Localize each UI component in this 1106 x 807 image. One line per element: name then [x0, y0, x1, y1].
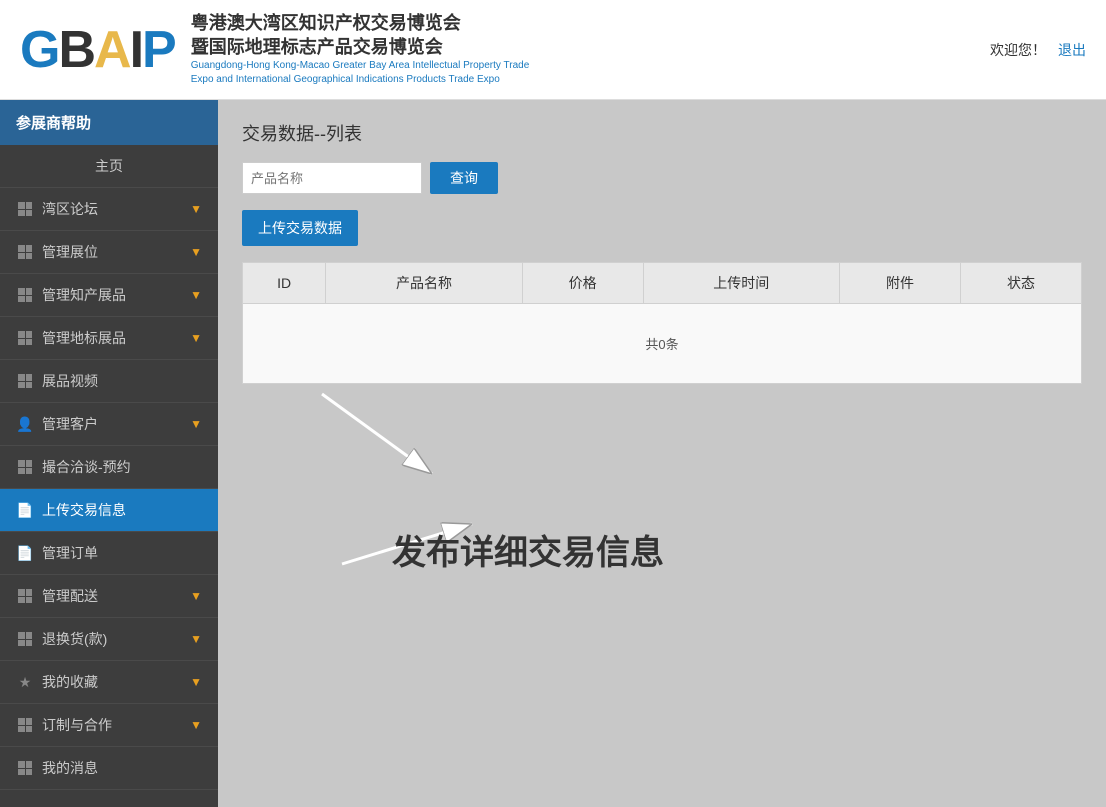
- col-product-name: 产品名称: [326, 263, 522, 304]
- chevron-down-icon: ▼: [190, 331, 202, 345]
- grid-icon: [16, 458, 34, 476]
- sidebar-item-label: 湾区论坛: [42, 199, 190, 219]
- upload-transaction-button[interactable]: 上传交易数据: [242, 210, 358, 246]
- logo-a: A: [94, 21, 130, 79]
- search-input[interactable]: [242, 162, 422, 194]
- welcome-text: 欢迎您！: [990, 40, 1046, 60]
- sidebar-item-label: 管理配送: [42, 586, 190, 606]
- sidebar-item-exhibition-video[interactable]: 展品视频: [0, 360, 218, 403]
- col-attachment: 附件: [839, 263, 960, 304]
- sidebar-item-label: 我的收藏: [42, 672, 190, 692]
- col-status: 状态: [960, 263, 1081, 304]
- col-price: 价格: [522, 263, 643, 304]
- chevron-down-icon: ▼: [190, 288, 202, 302]
- header-right: 欢迎您！ 退出: [990, 40, 1086, 60]
- annotation-text: 发布详细交易信息: [392, 525, 664, 574]
- logo-area: GBAIP 粤港澳大湾区知识产权交易博览会 暨国际地理标志产品交易博览会 Gua…: [20, 12, 990, 87]
- logo-i: I: [130, 21, 142, 79]
- sidebar-item-label: 管理知产展品: [42, 285, 190, 305]
- doc-icon: 📄: [16, 544, 34, 562]
- search-bar: 查询: [242, 162, 1082, 194]
- logo-b: B: [58, 21, 94, 79]
- sidebar-item-manage-orders[interactable]: 📄 管理订单: [0, 532, 218, 575]
- grid-icon: [16, 759, 34, 777]
- sidebar-header: 参展商帮助: [0, 100, 218, 145]
- sidebar-item-label: 上传交易信息: [42, 500, 202, 520]
- grid-icon: [16, 372, 34, 390]
- logo-gbaip: GBAIP: [20, 20, 175, 80]
- sidebar-item-label: 退换货(款): [42, 629, 190, 649]
- sidebar-item-label: 我的消息: [42, 758, 202, 778]
- sidebar-item-manage-geo-products[interactable]: 管理地标展品 ▼: [0, 317, 218, 360]
- grid-icon: [16, 587, 34, 605]
- chevron-down-icon: ▼: [190, 589, 202, 603]
- doc-icon: 📄: [16, 501, 34, 519]
- sidebar-item-label: 管理展位: [42, 242, 190, 262]
- logo-title-en: Guangdong-Hong Kong-Macao Greater Bay Ar…: [191, 59, 541, 87]
- logout-button[interactable]: 退出: [1058, 40, 1086, 60]
- grid-icon: [16, 286, 34, 304]
- sidebar-item-my-collections[interactable]: ★ 我的收藏 ▼: [0, 661, 218, 704]
- chevron-down-icon: ▼: [190, 417, 202, 431]
- sidebar-item-label: 管理客户: [42, 414, 190, 434]
- chevron-down-icon: ▼: [190, 632, 202, 646]
- sidebar-item-label: 订制与合作: [42, 715, 190, 735]
- grid-icon: [16, 243, 34, 261]
- sidebar-item-custom-cooperation[interactable]: 订制与合作 ▼: [0, 704, 218, 747]
- sidebar-item-bay-forum[interactable]: 湾区论坛 ▼: [0, 188, 218, 231]
- annotation-area: 发布详细交易信息: [242, 384, 1082, 604]
- page-title: 交易数据--列表: [242, 120, 1082, 146]
- chevron-down-icon: ▼: [190, 202, 202, 216]
- logo-title-cn-1: 粤港澳大湾区知识产权交易博览会: [191, 12, 541, 35]
- main-content: 交易数据--列表 查询 上传交易数据 ID 产品名称 价格 上传时间 附件 状态: [218, 100, 1106, 807]
- sidebar-item-label: 展品视频: [42, 371, 202, 391]
- sidebar-item-label: 管理订单: [42, 543, 202, 563]
- annotation-overlay: 上传交易数据 ID 产品名称 价格 上传时间 附件 状态 共0条: [242, 210, 1082, 604]
- logo-titles: 粤港澳大湾区知识产权交易博览会 暨国际地理标志产品交易博览会 Guangdong…: [191, 12, 541, 87]
- sidebar-item-upload-transaction[interactable]: 📄 上传交易信息: [0, 489, 218, 532]
- grid-icon: [16, 200, 34, 218]
- data-table: ID 产品名称 价格 上传时间 附件 状态 共0条: [242, 262, 1082, 384]
- chevron-down-icon: ▼: [190, 245, 202, 259]
- col-id: ID: [243, 263, 326, 304]
- annotation-arrows-svg: [242, 384, 842, 604]
- main-layout: 参展商帮助 主页 湾区论坛 ▼ 管理展位 ▼ 管理知产展品 ▼: [0, 100, 1106, 807]
- sidebar-item-manage-delivery[interactable]: 管理配送 ▼: [0, 575, 218, 618]
- sidebar-item-manage-booth[interactable]: 管理展位 ▼: [0, 231, 218, 274]
- search-button[interactable]: 查询: [430, 162, 498, 194]
- star-icon: ★: [16, 673, 34, 691]
- person-icon: 👤: [16, 415, 34, 433]
- sidebar-item-manage-customers[interactable]: 👤 管理客户 ▼: [0, 403, 218, 446]
- empty-text: 共0条: [243, 304, 1082, 384]
- grid-icon: [16, 716, 34, 734]
- chevron-down-icon: ▼: [190, 675, 202, 689]
- sidebar-item-label: 撮合洽谈-预约: [42, 457, 202, 477]
- sidebar-item-my-messages[interactable]: 我的消息: [0, 747, 218, 790]
- sidebar-item-meeting-appointment[interactable]: 撮合洽谈-预约: [0, 446, 218, 489]
- col-upload-time: 上传时间: [643, 263, 839, 304]
- sidebar-item-label: 管理地标展品: [42, 328, 190, 348]
- sidebar-item-returns[interactable]: 退换货(款) ▼: [0, 618, 218, 661]
- logo-title-cn-2: 暨国际地理标志产品交易博览会: [191, 36, 541, 59]
- chevron-down-icon: ▼: [190, 718, 202, 732]
- sidebar-item-manage-ip-products[interactable]: 管理知产展品 ▼: [0, 274, 218, 317]
- sidebar: 参展商帮助 主页 湾区论坛 ▼ 管理展位 ▼ 管理知产展品 ▼: [0, 100, 218, 807]
- grid-icon: [16, 329, 34, 347]
- sidebar-item-home[interactable]: 主页: [0, 145, 218, 188]
- empty-row: 共0条: [243, 304, 1082, 384]
- header: GBAIP 粤港澳大湾区知识产权交易博览会 暨国际地理标志产品交易博览会 Gua…: [0, 0, 1106, 100]
- grid-icon: [16, 630, 34, 648]
- logo-p: P: [142, 21, 175, 79]
- logo-g: G: [20, 21, 58, 79]
